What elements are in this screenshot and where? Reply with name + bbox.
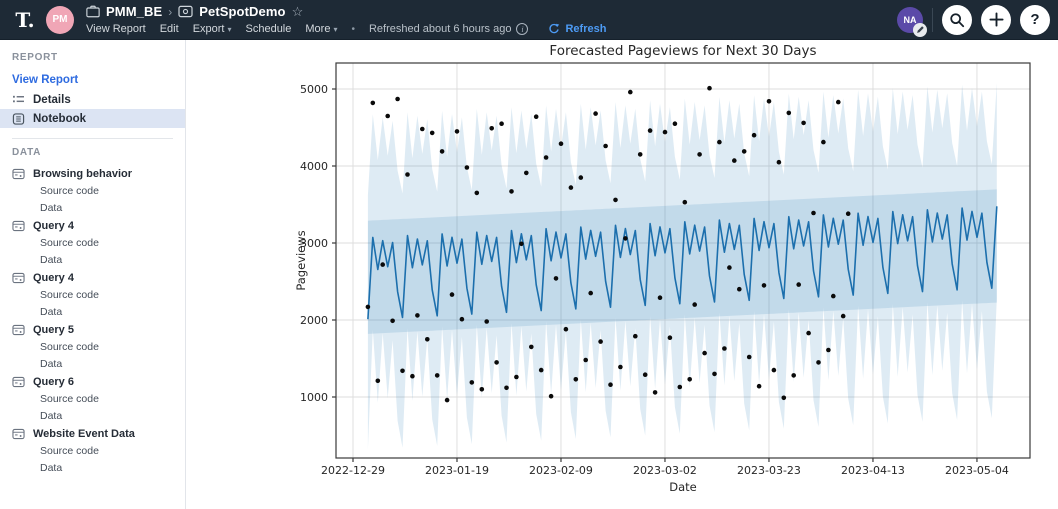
data-subitem-source-code[interactable]: Source code <box>0 443 185 460</box>
svg-text:2023-04-13: 2023-04-13 <box>841 464 905 477</box>
report-menu: View Report Edit Export▾ Schedule More▾ • Refr… <box>86 22 606 37</box>
refreshed-status: Refreshed about 6 hours agoi <box>369 23 529 35</box>
info-icon[interactable]: i <box>516 23 528 35</box>
sidebar: REPORT View Report Details Notebook DATA… <box>0 40 186 509</box>
svg-text:2023-01-19: 2023-01-19 <box>425 464 489 477</box>
menu-item-more[interactable]: More▾ <box>305 23 337 35</box>
star-icon[interactable]: ☆ <box>292 5 304 18</box>
svg-text:1000: 1000 <box>300 391 328 404</box>
refresh-icon <box>548 23 560 35</box>
breadcrumb-collection[interactable]: PMM_BE <box>106 4 162 19</box>
data-item-query-6[interactable]: Query 6 <box>0 373 185 391</box>
data-subitem-data[interactable]: Data <box>0 304 185 321</box>
data-item-label: Browsing behavior <box>33 168 132 180</box>
data-item-label: Website Event Data <box>33 428 135 440</box>
data-item-label: Query 4 <box>33 272 74 284</box>
sidebar-item-label: Details <box>33 94 71 106</box>
breadcrumb-report[interactable]: PetSpotDemo <box>199 4 285 19</box>
sidebar-item-notebook[interactable]: Notebook <box>0 109 185 128</box>
app-logo[interactable]: T. <box>8 8 42 32</box>
svg-text:2023-03-23: 2023-03-23 <box>737 464 801 477</box>
data-subitem-data[interactable]: Data <box>0 200 185 217</box>
search-icon <box>949 12 965 28</box>
sidebar-item-label: Notebook <box>33 113 86 125</box>
svg-text:4000: 4000 <box>300 160 328 173</box>
user-avatar[interactable]: NA <box>897 7 923 33</box>
user-initials: NA <box>904 15 917 25</box>
add-button[interactable] <box>981 5 1011 35</box>
data-subitem-source-code[interactable]: Source code <box>0 235 185 252</box>
notebook-output: 100020003000400050002022-12-292023-01-19… <box>186 40 1058 509</box>
breadcrumb-separator: › <box>168 5 172 19</box>
help-button[interactable]: ? <box>1020 5 1050 35</box>
query-icon <box>12 428 25 440</box>
breadcrumb: PMM_BE › PetSpotDemo ☆ View Report Edit Ex… <box>86 3 606 37</box>
menu-item-export[interactable]: Export▾ <box>193 23 232 35</box>
data-item-label: Query 5 <box>33 324 74 336</box>
data-subitem-data[interactable]: Data <box>0 460 185 477</box>
query-icon <box>12 272 25 284</box>
data-item-query-4[interactable]: Query 4 <box>0 269 185 287</box>
svg-text:2000: 2000 <box>300 314 328 327</box>
query-icon <box>12 376 25 388</box>
topbar-divider <box>932 8 933 32</box>
data-section-list: Browsing behaviorSource codeDataQuery 4S… <box>0 165 185 477</box>
plus-icon <box>989 12 1004 27</box>
data-subitem-source-code[interactable]: Source code <box>0 391 185 408</box>
svg-text:Pageviews: Pageviews <box>294 230 308 290</box>
search-button[interactable] <box>942 5 972 35</box>
svg-text:Forecasted Pageviews for Next: Forecasted Pageviews for Next 30 Days <box>549 43 816 59</box>
svg-text:2022-12-29: 2022-12-29 <box>321 464 385 477</box>
menu-item-schedule[interactable]: Schedule <box>246 23 292 35</box>
chevron-down-icon: ▾ <box>333 25 337 34</box>
query-icon <box>12 324 25 336</box>
data-item-label: Query 4 <box>33 220 74 232</box>
svg-text:2023-05-04: 2023-05-04 <box>945 464 1009 477</box>
data-section-label: DATA <box>12 147 185 158</box>
svg-text:5000: 5000 <box>300 83 328 96</box>
report-icon <box>178 5 193 18</box>
data-item-label: Query 6 <box>33 376 74 388</box>
data-item-website-event-data[interactable]: Website Event Data <box>0 425 185 443</box>
svg-text:Date: Date <box>669 480 697 494</box>
refresh-button[interactable]: Refresh <box>548 23 606 35</box>
report-section-label: REPORT <box>12 52 185 63</box>
data-item-query-4[interactable]: Query 4 <box>0 217 185 235</box>
collection-icon <box>86 5 100 18</box>
workspace-avatar[interactable]: PM <box>46 6 74 34</box>
topbar-right: NA ? <box>897 5 1058 35</box>
data-item-query-5[interactable]: Query 5 <box>0 321 185 339</box>
sidebar-view-report-link[interactable]: View Report <box>12 74 78 86</box>
pencil-icon[interactable] <box>913 23 927 37</box>
chevron-down-icon: ▾ <box>227 25 231 34</box>
svg-text:2023-03-02: 2023-03-02 <box>633 464 697 477</box>
data-subitem-source-code[interactable]: Source code <box>0 287 185 304</box>
query-icon <box>12 168 25 180</box>
menu-item-edit[interactable]: Edit <box>160 23 179 35</box>
data-subitem-data[interactable]: Data <box>0 356 185 373</box>
topbar: T. PM PMM_BE › PetSpotDemo ☆ View Report… <box>0 0 1058 40</box>
sidebar-item-details[interactable]: Details <box>0 90 185 109</box>
forecast-chart: 100020003000400050002022-12-292023-01-19… <box>186 40 1058 509</box>
menu-item-view-report[interactable]: View Report <box>86 23 146 35</box>
data-subitem-data[interactable]: Data <box>0 252 185 269</box>
data-subitem-source-code[interactable]: Source code <box>0 183 185 200</box>
details-list-icon <box>12 94 25 105</box>
query-icon <box>12 220 25 232</box>
sidebar-divider <box>12 138 173 139</box>
data-subitem-source-code[interactable]: Source code <box>0 339 185 356</box>
menu-separator-dot: • <box>351 24 355 35</box>
svg-text:2023-02-09: 2023-02-09 <box>529 464 593 477</box>
data-subitem-data[interactable]: Data <box>0 408 185 425</box>
data-item-browsing-behavior[interactable]: Browsing behavior <box>0 165 185 183</box>
notebook-icon <box>12 113 25 125</box>
